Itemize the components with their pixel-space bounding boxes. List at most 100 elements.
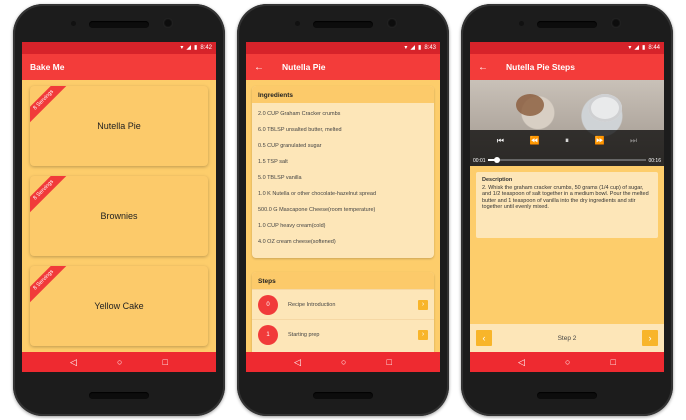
playback-buttons: ⏮ ⏪ ⏸ ⏩ ⏭ <box>470 136 664 146</box>
triangle-back-icon[interactable]: ◁ <box>518 357 525 368</box>
steps-title: Steps <box>252 272 434 289</box>
ingredient-item: 4.0 OZ cream cheese(softened) <box>258 239 336 245</box>
step-number: 1 <box>258 324 278 345</box>
circle-home-icon[interactable]: ○ <box>341 357 346 367</box>
video-frame-bowl <box>588 94 622 122</box>
system-nav-bar: ◁ ○ □ <box>22 352 216 372</box>
earpiece-speaker <box>537 21 597 28</box>
ingredient-item: 1.5 TSP salt <box>258 159 288 165</box>
arrow-back-icon[interactable]: ← <box>478 62 488 73</box>
front-camera <box>611 18 621 28</box>
battery-icon: ▮ <box>418 45 422 51</box>
video-current-time: 00:01 <box>473 158 486 164</box>
wifi-icon: ▾ <box>404 45 408 51</box>
step-row-0[interactable]: 0 Recipe Introduction › <box>252 289 434 319</box>
signal-icon: ◢ <box>634 45 639 51</box>
step-label: Step 2 <box>557 334 577 342</box>
recipe-card-brownies[interactable]: 8 Servings Brownies <box>30 176 208 256</box>
recipe-card-yellow-cake[interactable]: 8 Servings Yellow Cake <box>30 266 208 346</box>
screen-recipe-step: ▾ ◢ ▮ 8:44 ← Nutella Pie Steps ⏮ ⏪ ⏸ ⏩ ⏭… <box>470 42 664 372</box>
video-duration: 00:16 <box>648 158 661 164</box>
battery-icon: ▮ <box>194 45 198 51</box>
recipe-list: 8 Servings Nutella Pie 8 Servings Browni… <box>22 80 216 352</box>
chevron-right-icon[interactable]: › <box>418 299 428 310</box>
ingredient-item: 1.0 CUP heavy cream(cold) <box>258 223 326 229</box>
screen-recipe-list: ▾ ◢ ▮ 8:42 Bake Me 8 Servings Nutella Pi… <box>22 42 216 372</box>
ingredients-list: 2.0 CUP Graham Cracker crumbs 6.0 TBLSP … <box>252 103 434 250</box>
square-recent-icon[interactable]: □ <box>163 357 168 367</box>
circle-home-icon[interactable]: ○ <box>117 357 122 367</box>
video-controls: ⏮ ⏪ ⏸ ⏩ ⏭ 00:01 00:16 <box>470 130 664 166</box>
status-bar: ▾ ◢ ▮ 8:44 <box>470 42 664 54</box>
step-label: Starting prep <box>288 331 320 338</box>
sensor <box>295 21 300 26</box>
ingredient-item: 2.0 CUP Graham Cracker crumbs <box>258 111 341 117</box>
wifi-icon: ▾ <box>628 45 632 51</box>
signal-icon: ◢ <box>186 45 191 51</box>
step-number: 0 <box>258 294 278 315</box>
arrow-back-icon[interactable]: ← <box>254 62 264 73</box>
sensor <box>71 21 76 26</box>
front-camera <box>163 18 173 28</box>
triangle-back-icon[interactable]: ◁ <box>70 357 77 368</box>
ingredient-item: 6.0 TBLSP unsalted butter, melted <box>258 127 342 133</box>
ingredients-title: Ingredients <box>252 86 434 103</box>
bottom-speaker <box>313 392 373 399</box>
battery-icon: ▮ <box>642 45 646 51</box>
pause-icon[interactable]: ⏸ <box>565 136 569 146</box>
app-title: Bake Me <box>30 62 65 72</box>
step-content: ⏮ ⏪ ⏸ ⏩ ⏭ 00:01 00:16 Description 2. Whi… <box>470 80 664 352</box>
status-bar: ▾ ◢ ▮ 8:43 <box>246 42 440 54</box>
status-time: 8:43 <box>424 45 436 51</box>
phone-frame-3: ▾ ◢ ▮ 8:44 ← Nutella Pie Steps ⏮ ⏪ ⏸ ⏩ ⏭… <box>461 4 673 416</box>
bottom-speaker <box>89 392 149 399</box>
ingredients-panel: Ingredients 2.0 CUP Graham Cracker crumb… <box>252 86 434 258</box>
skip-next-icon[interactable]: ⏭ <box>630 136 637 146</box>
recipe-name: Nutella Pie <box>97 121 141 131</box>
fast-forward-icon[interactable]: ⏩ <box>595 136 605 146</box>
showcase-stage: ▾ ◢ ▮ 8:42 Bake Me 8 Servings Nutella Pi… <box>0 0 686 420</box>
app-bar: ← Nutella Pie <box>246 54 440 80</box>
app-bar: ← Nutella Pie Steps <box>470 54 664 80</box>
status-time: 8:44 <box>648 45 660 51</box>
ingredient-item: 1.0 K Nutella or other chocolate-hazelnu… <box>258 191 377 197</box>
sensor <box>519 21 524 26</box>
servings-ribbon: 8 Servings <box>30 86 70 126</box>
step-row-1[interactable]: 1 Starting prep › <box>252 319 434 349</box>
ingredient-item: 0.5 CUP granulated sugar <box>258 143 322 149</box>
system-nav-bar: ◁ ○ □ <box>470 352 664 372</box>
status-time: 8:42 <box>200 45 212 51</box>
circle-home-icon[interactable]: ○ <box>565 357 570 367</box>
square-recent-icon[interactable]: □ <box>611 357 616 367</box>
step-navigator: ‹ Step 2 › <box>470 324 664 352</box>
ingredient-item: 5.0 TBLSP vanilla <box>258 175 302 181</box>
video-seek-bar[interactable] <box>488 157 646 163</box>
chevron-left-icon[interactable]: ‹ <box>476 330 492 346</box>
system-nav-bar: ◁ ○ □ <box>246 352 440 372</box>
signal-icon: ◢ <box>410 45 415 51</box>
description-text: 2. Whisk the graham cracker crumbs, 50 g… <box>482 185 649 211</box>
skip-previous-icon[interactable]: ⏮ <box>497 136 504 146</box>
description-title: Description <box>482 177 513 183</box>
earpiece-speaker <box>89 21 149 28</box>
front-camera <box>387 18 397 28</box>
description-card: Description 2. Whisk the graham cracker … <box>476 172 658 238</box>
chevron-right-icon[interactable]: › <box>641 330 658 346</box>
earpiece-speaker <box>313 21 373 28</box>
rewind-icon[interactable]: ⏪ <box>530 136 540 146</box>
screen-recipe-detail: ▾ ◢ ▮ 8:43 ← Nutella Pie Ingredients 2.0… <box>246 42 440 372</box>
video-seek-knob[interactable] <box>494 157 501 163</box>
recipe-name: Brownies <box>100 211 138 221</box>
phone-frame-1: ▾ ◢ ▮ 8:42 Bake Me 8 Servings Nutella Pi… <box>13 4 225 416</box>
step-label: Recipe Introduction <box>288 301 336 308</box>
steps-panel: Steps 0 Recipe Introduction › 1 Starting… <box>252 272 434 352</box>
triangle-back-icon[interactable]: ◁ <box>294 357 301 368</box>
servings-ribbon: 8 Servings <box>30 176 70 216</box>
video-player[interactable]: ⏮ ⏪ ⏸ ⏩ ⏭ 00:01 00:16 <box>470 80 664 166</box>
video-frame-bowl <box>516 94 544 116</box>
wifi-icon: ▾ <box>180 45 184 51</box>
recipe-card-nutella-pie[interactable]: 8 Servings Nutella Pie <box>30 86 208 166</box>
chevron-right-icon[interactable]: › <box>418 329 428 340</box>
servings-ribbon: 8 Servings <box>30 266 70 306</box>
square-recent-icon[interactable]: □ <box>387 357 392 367</box>
